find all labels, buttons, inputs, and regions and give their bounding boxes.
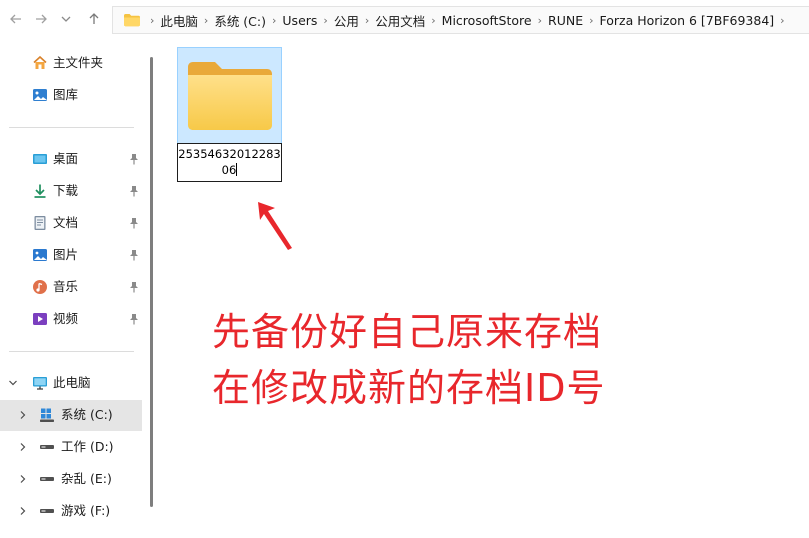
chevron-right-icon[interactable]	[18, 473, 28, 485]
desktop-icon	[32, 151, 48, 167]
breadcrumb-separator: ›	[537, 13, 543, 27]
sidebar-item-label: 游戏 (F:)	[61, 503, 111, 518]
text-cursor	[236, 163, 238, 176]
chevron-right-icon[interactable]	[18, 409, 28, 421]
chevron-down-icon[interactable]	[55, 8, 77, 30]
sidebar-item-label: 工作 (D:)	[61, 439, 114, 454]
breadcrumb-this-pc[interactable]: 此电脑	[157, 11, 201, 30]
folder-name-line: 06	[221, 163, 237, 177]
breadcrumb-users[interactable]: Users	[279, 13, 320, 28]
sidebar-item-label: 文档	[53, 215, 79, 230]
sidebar-item-label: 音乐	[53, 279, 79, 294]
breadcrumb-separator: ›	[364, 13, 370, 27]
sidebar-item-label: 杂乱 (E:)	[61, 471, 112, 486]
navigation-bar: › 此电脑 › 系统 (C:) › Users › 公用 › 公用文档 › Mi…	[0, 0, 809, 40]
sidebar-item-this-pc[interactable]: 此电脑	[0, 368, 142, 398]
sidebar-item-label: 主文件夹	[53, 55, 104, 70]
folder-name-line: 25354632012283	[178, 147, 281, 161]
computer-icon	[32, 375, 48, 391]
chevron-right-icon[interactable]	[18, 441, 28, 453]
sidebar-item-videos[interactable]: 视频	[0, 304, 142, 334]
instruction-annotation: 先备份好自己原来存档 在修改成新的存档ID号	[212, 304, 752, 416]
drive-icon	[39, 503, 55, 519]
chevron-down-icon[interactable]	[8, 377, 18, 389]
breadcrumb-public[interactable]: 公用	[331, 11, 362, 30]
pin-icon[interactable]	[128, 248, 140, 262]
sidebar-item-label: 桌面	[53, 151, 79, 166]
rename-field[interactable]: 25354632012283 06	[177, 143, 282, 182]
sidebar-item-label: 系统 (C:)	[61, 407, 113, 422]
pin-icon[interactable]	[128, 152, 140, 166]
document-icon	[32, 215, 48, 231]
sidebar-item-music[interactable]: 音乐	[0, 272, 142, 302]
sidebar-item-label: 图片	[53, 247, 79, 262]
chevron-right-icon[interactable]	[18, 505, 28, 517]
back-arrow-icon[interactable]	[5, 8, 27, 30]
sidebar-divider	[9, 351, 134, 352]
sidebar-item-drive-e[interactable]: 杂乱 (E:)	[0, 464, 142, 494]
breadcrumb-separator: ›	[203, 13, 209, 27]
sidebar-item-drive-d[interactable]: 工作 (D:)	[0, 432, 142, 462]
sidebar-scrollbar[interactable]	[150, 57, 153, 507]
sidebar-divider	[9, 127, 134, 128]
breadcrumb-separator: ›	[272, 13, 277, 27]
sidebar-item-desktop[interactable]: 桌面	[0, 144, 142, 174]
pin-icon[interactable]	[128, 184, 140, 198]
breadcrumb-separator: ›	[150, 13, 155, 27]
home-icon	[32, 55, 48, 71]
breadcrumb-separator: ›	[431, 13, 436, 27]
music-icon	[32, 279, 48, 295]
breadcrumb-rune[interactable]: RUNE	[545, 13, 586, 28]
drive-icon	[39, 439, 55, 455]
pin-icon[interactable]	[128, 216, 140, 230]
sidebar-item-label: 此电脑	[53, 375, 91, 390]
drive-icon	[39, 471, 55, 487]
download-icon	[32, 183, 48, 199]
up-arrow-icon[interactable]	[83, 8, 105, 30]
annotation-line: 在修改成新的存档ID号	[212, 366, 606, 410]
pin-icon[interactable]	[128, 280, 140, 294]
breadcrumb-system-c[interactable]: 系统 (C:)	[211, 11, 269, 30]
annotation-line: 先备份好自己原来存档	[212, 310, 603, 354]
gallery-icon	[32, 87, 48, 103]
breadcrumb-separator: ›	[323, 13, 328, 27]
breadcrumb-microsoftstore[interactable]: MicrosoftStore	[439, 13, 535, 28]
folder-icon	[123, 13, 141, 27]
breadcrumb-separator: ›	[780, 13, 785, 27]
video-icon	[32, 311, 48, 327]
sidebar-item-label: 视频	[53, 311, 79, 326]
address-bar[interactable]: › 此电脑 › 系统 (C:) › Users › 公用 › 公用文档 › Mi…	[112, 6, 809, 34]
windows-drive-icon	[39, 407, 55, 423]
sidebar-item-pictures[interactable]: 图片	[0, 240, 142, 270]
sidebar-item-drive-c[interactable]: 系统 (C:)	[0, 400, 142, 431]
sidebar-item-label: 图库	[53, 87, 79, 102]
sidebar-item-drive-f[interactable]: 游戏 (F:)	[0, 496, 142, 526]
sidebar-item-home[interactable]: 主文件夹	[0, 48, 142, 78]
picture-icon	[32, 247, 48, 263]
forward-arrow-icon[interactable]	[30, 8, 52, 30]
breadcrumb-public-documents[interactable]: 公用文档	[372, 11, 428, 30]
red-arrow-annotation	[258, 202, 292, 250]
sidebar-item-downloads[interactable]: 下载	[0, 176, 142, 206]
navigation-pane: 主文件夹 图库 桌面 下载 文档 图片 音乐 视频 此电脑 系统 (C:) 工作…	[0, 40, 158, 538]
folder-icon	[188, 62, 272, 130]
sidebar-item-gallery[interactable]: 图库	[0, 80, 142, 110]
sidebar-item-label: 下载	[53, 183, 79, 198]
breadcrumb-separator: ›	[589, 13, 594, 27]
breadcrumb-forza-horizon[interactable]: Forza Horizon 6 [7BF69384]	[597, 13, 778, 28]
file-view[interactable]: 25354632012283 06 先备份好自己原来存档 在修改成新的存档ID号	[158, 40, 809, 538]
sidebar-item-documents[interactable]: 文档	[0, 208, 142, 238]
pin-icon[interactable]	[128, 312, 140, 326]
